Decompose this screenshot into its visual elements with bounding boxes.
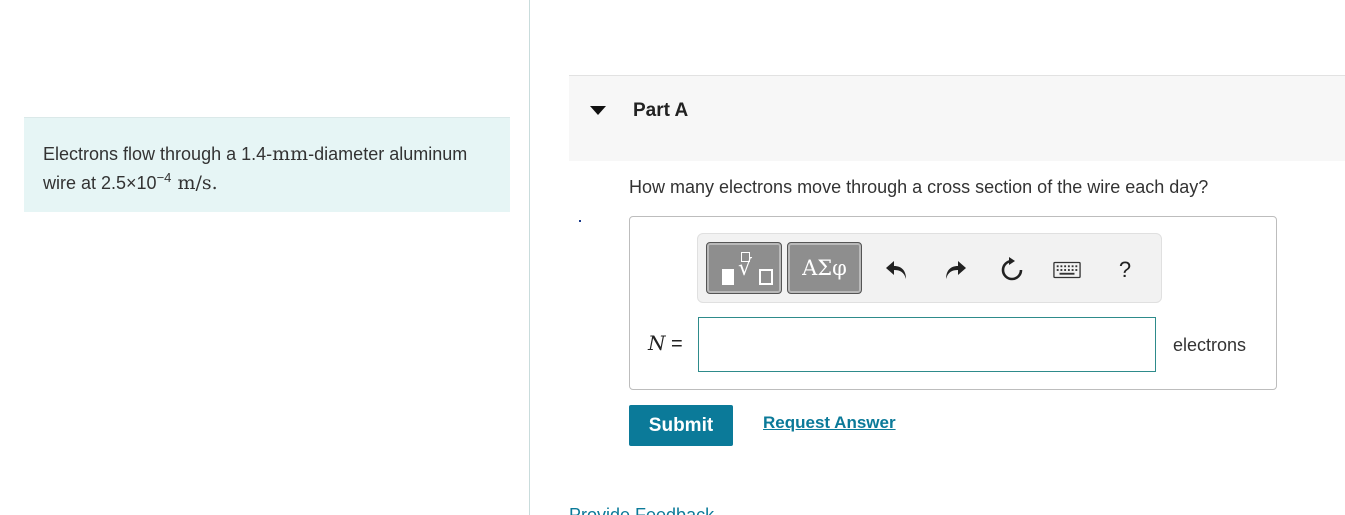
focus-dot [579,220,581,222]
caret-down-icon[interactable] [590,106,606,115]
sqrt-icon: √ [738,256,753,281]
greek-symbols-label: ΑΣφ [802,256,847,280]
part-title: Part A [633,100,689,121]
question-text: How many electrons move through a cross … [629,177,1209,197]
redo-icon[interactable] [941,256,969,284]
column-divider [529,0,530,515]
answer-input[interactable] [698,317,1156,372]
submit-button[interactable]: Submit [629,405,733,446]
request-answer-link[interactable]: Request Answer [763,413,896,433]
templates-button[interactable]: √ [706,242,782,294]
problem-statement: Electrons flow through a 1.4-mm-diameter… [24,117,510,212]
variable-name: N [648,331,666,355]
unit-mm: mm [272,143,309,165]
problem-text-end: . [211,172,218,194]
greek-symbols-button[interactable]: ΑΣφ [787,242,862,294]
template-box-icon [759,269,773,285]
undo-icon[interactable] [883,256,911,284]
page: Electrons flow through a 1.4-mm-diameter… [0,0,1345,515]
part-a-header[interactable]: Part A [569,75,1345,161]
exponent: −4 [156,170,172,185]
math-toolbar: √ ΑΣφ ? [697,233,1162,303]
equals-sign: = [665,333,683,355]
provide-feedback-link[interactable]: Provide Feedback [569,506,714,515]
units-label: electrons [1173,335,1247,355]
unit-speed: m/s [171,172,212,194]
template-block-icon [722,269,734,285]
answer-box: √ ΑΣφ ? N = electrons [629,216,1277,390]
problem-text-start: Electrons flow through a 1.4- [43,144,273,164]
variable-label: N = [648,331,683,356]
keyboard-icon[interactable] [1053,256,1081,284]
reset-icon[interactable] [998,256,1026,284]
help-icon[interactable]: ? [1111,256,1139,284]
